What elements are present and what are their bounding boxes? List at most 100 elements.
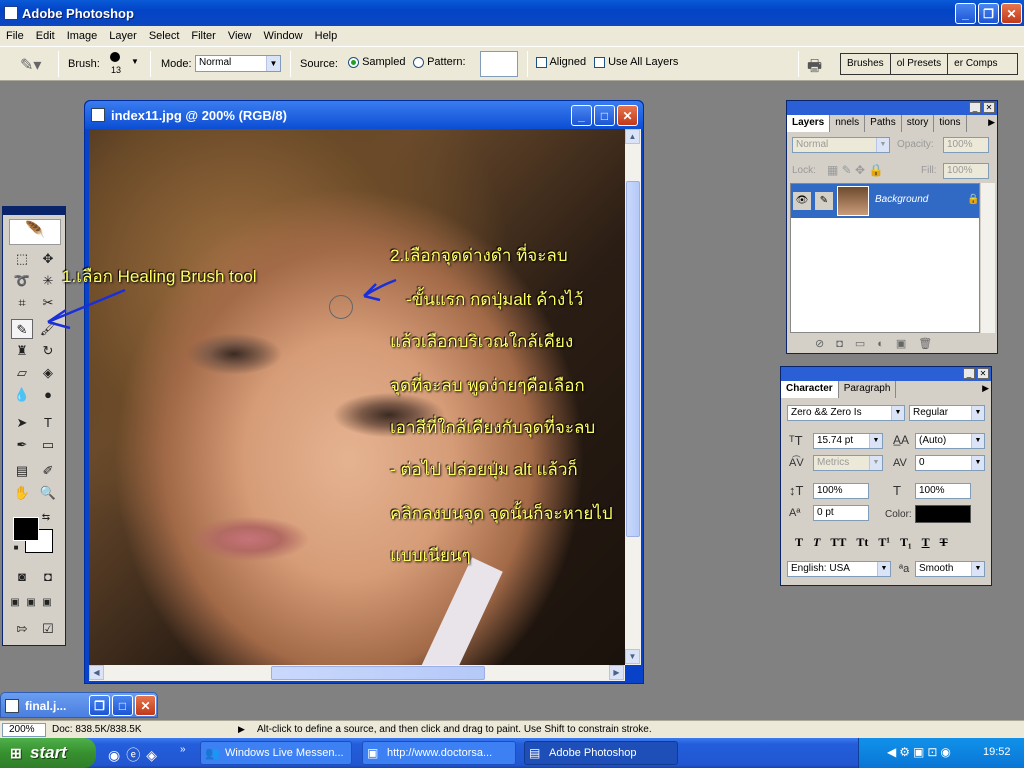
kerning-field[interactable]: Metrics ▼ (813, 455, 883, 471)
scroll-down-arrow-icon[interactable]: ▼ (625, 649, 640, 664)
status-arrow-icon[interactable]: ▶ (238, 724, 245, 735)
antialias-select[interactable]: Smooth ▼ (915, 561, 985, 577)
char-panel-menu-arrow-icon[interactable]: ▶ (982, 383, 989, 394)
menu-layer[interactable]: Layer (103, 30, 143, 42)
menu-view[interactable]: View (222, 30, 258, 42)
minimized-document[interactable]: final.j... ❐ □ ✕ (0, 692, 158, 718)
task-adobe-photoshop[interactable]: ▤ Adobe Photoshop (524, 741, 678, 765)
menu-window[interactable]: Window (258, 30, 309, 42)
layers-scrollbar[interactable] (981, 183, 995, 333)
tray-icons[interactable]: ◀⚙▣⊡◉ (887, 745, 954, 759)
close-button[interactable]: ✕ (1001, 3, 1022, 24)
file-browser-icon[interactable]: 🖶 (807, 55, 822, 82)
tab-history[interactable]: story (902, 115, 935, 132)
menu-help[interactable]: Help (309, 30, 344, 42)
tab-channels[interactable]: nnels (830, 115, 866, 132)
zoom-field[interactable]: 200% (2, 723, 46, 737)
char-panel-minimize-icon[interactable]: _ (963, 368, 975, 379)
marquee-tool-icon[interactable]: ⬚ (11, 249, 33, 269)
standard-mode-icon[interactable]: ◙ (11, 567, 33, 587)
scroll-right-arrow-icon[interactable]: ▶ (609, 665, 624, 680)
quick-launch-more-icon[interactable]: » (180, 744, 186, 755)
tab-character[interactable]: Character (781, 381, 839, 398)
pattern-radio[interactable]: Pattern: (413, 56, 466, 68)
zoom-tool-icon[interactable]: 🔍 (37, 483, 59, 503)
char-panel-close-icon[interactable]: ✕ (977, 368, 989, 379)
vertical-scale-field[interactable]: 100% (813, 483, 869, 499)
menu-image[interactable]: Image (61, 30, 104, 42)
mode-select[interactable]: Normal ▼ (195, 55, 281, 72)
leading-field[interactable]: (Auto) ▼ (915, 433, 985, 449)
feather-logo-icon[interactable]: 🪶 (9, 219, 61, 245)
minimize-button[interactable]: _ (955, 3, 976, 24)
menu-select[interactable]: Select (143, 30, 186, 42)
sampled-radio[interactable]: Sampled (348, 56, 405, 68)
task-windows-live-messenger[interactable]: 👥 Windows Live Messen... (200, 741, 352, 765)
panel-close-icon[interactable]: ✕ (983, 102, 995, 113)
tab-actions[interactable]: tions (934, 115, 967, 132)
screen-mode-full-menu-icon[interactable]: ▣ (23, 593, 39, 613)
tab-paths[interactable]: Paths (865, 115, 902, 132)
brush-link-icon[interactable]: ✎ (815, 192, 833, 210)
menu-filter[interactable]: Filter (185, 30, 221, 42)
horizontal-scale-field[interactable]: 100% (915, 483, 971, 499)
tab-layers[interactable]: Layers (787, 115, 831, 132)
horizontal-scrollbar[interactable]: ◀ ▶ (89, 665, 625, 681)
doc-size[interactable]: Doc: 838.5K/838.5K (52, 724, 142, 735)
tab-paragraph[interactable]: Paragraph (839, 381, 897, 398)
lock-icons[interactable]: ▦ ✎ ✥ 🔒 (827, 163, 883, 177)
edit-icon[interactable]: ☑ (37, 619, 59, 639)
path-selection-tool-icon[interactable]: ➤ (11, 413, 33, 433)
baseline-shift-field[interactable]: 0 pt (813, 505, 869, 521)
paint-bucket-tool-icon[interactable]: ◈ (37, 363, 59, 383)
all-caps-button[interactable]: TT (830, 535, 846, 550)
screen-mode-full-icon[interactable]: ▣ (39, 593, 55, 613)
brushes-tab[interactable]: Brushes (841, 54, 891, 74)
clone-stamp-tool-icon[interactable]: ♜ (11, 341, 33, 361)
dodge-tool-icon[interactable]: ● (37, 385, 59, 405)
faux-bold-button[interactable]: T (795, 535, 803, 550)
use-all-layers-checkbox[interactable]: Use All Layers (594, 56, 678, 68)
jump-to-imageready-icon[interactable]: ⇰ (11, 619, 33, 639)
mini-maximize-button[interactable]: □ (112, 695, 133, 716)
brush-tip-icon[interactable] (110, 52, 120, 62)
small-caps-button[interactable]: Tt (856, 535, 868, 550)
screen-mode-standard-icon[interactable]: ▣ (7, 593, 23, 613)
default-colors-icon[interactable]: ■ (11, 543, 21, 553)
font-style-select[interactable]: Regular ▼ (909, 405, 985, 421)
vertical-scrollbar[interactable]: ▲ ▼ (625, 129, 641, 665)
doc-minimize-button[interactable]: _ (571, 105, 592, 126)
swap-colors-icon[interactable]: ⇆ (39, 511, 53, 525)
eye-visibility-icon[interactable]: 👁 (793, 192, 811, 210)
start-button[interactable]: ⊞ start (0, 738, 96, 768)
hand-tool-icon[interactable]: ✋ (11, 483, 33, 503)
eyedropper-tool-icon[interactable]: ✐ (37, 461, 59, 481)
doc-close-button[interactable]: ✕ (617, 105, 638, 126)
font-family-select[interactable]: Zero && Zero Is ▼ (787, 405, 905, 421)
document-title-bar[interactable]: index11.jpg @ 200% (RGB/8) _ □ ✕ (85, 101, 643, 129)
tool-presets-tab[interactable]: ol Presets (891, 54, 949, 74)
opacity-field[interactable]: 100% (943, 137, 989, 153)
layers-footer-icons[interactable]: ⊘◘▭◐▣🗑 (815, 337, 995, 350)
quick-mask-mode-icon[interactable]: ◘ (37, 567, 59, 587)
brush-dropdown-arrow-icon[interactable]: ▼ (131, 57, 139, 66)
aligned-checkbox[interactable]: Aligned (536, 56, 586, 68)
text-color-swatch[interactable] (915, 505, 971, 523)
mini-restore-button[interactable]: ❐ (89, 695, 110, 716)
mini-close-button[interactable]: ✕ (135, 695, 156, 716)
panel-menu-arrow-icon[interactable]: ▶ (988, 117, 995, 128)
task-browser[interactable]: ▣ http://www.doctorsa... (362, 741, 516, 765)
font-size-field[interactable]: 15.74 pt ▼ (813, 433, 883, 449)
layer-comps-tab[interactable]: er Comps (948, 54, 1003, 74)
eraser-tool-icon[interactable]: ▱ (11, 363, 33, 383)
horizontal-scroll-thumb[interactable] (271, 666, 485, 680)
language-select[interactable]: English: USA ▼ (787, 561, 891, 577)
pattern-picker[interactable] (480, 51, 518, 77)
strikethrough-button[interactable]: T (940, 535, 948, 550)
blend-mode-select[interactable]: Normal ▼ (792, 137, 890, 153)
panel-minimize-icon[interactable]: _ (969, 102, 981, 113)
subscript-button[interactable]: T₁ (900, 535, 912, 550)
layer-name[interactable]: Background (875, 194, 928, 205)
faux-italic-button[interactable]: T (813, 535, 820, 550)
blur-tool-icon[interactable]: 💧 (11, 385, 33, 405)
